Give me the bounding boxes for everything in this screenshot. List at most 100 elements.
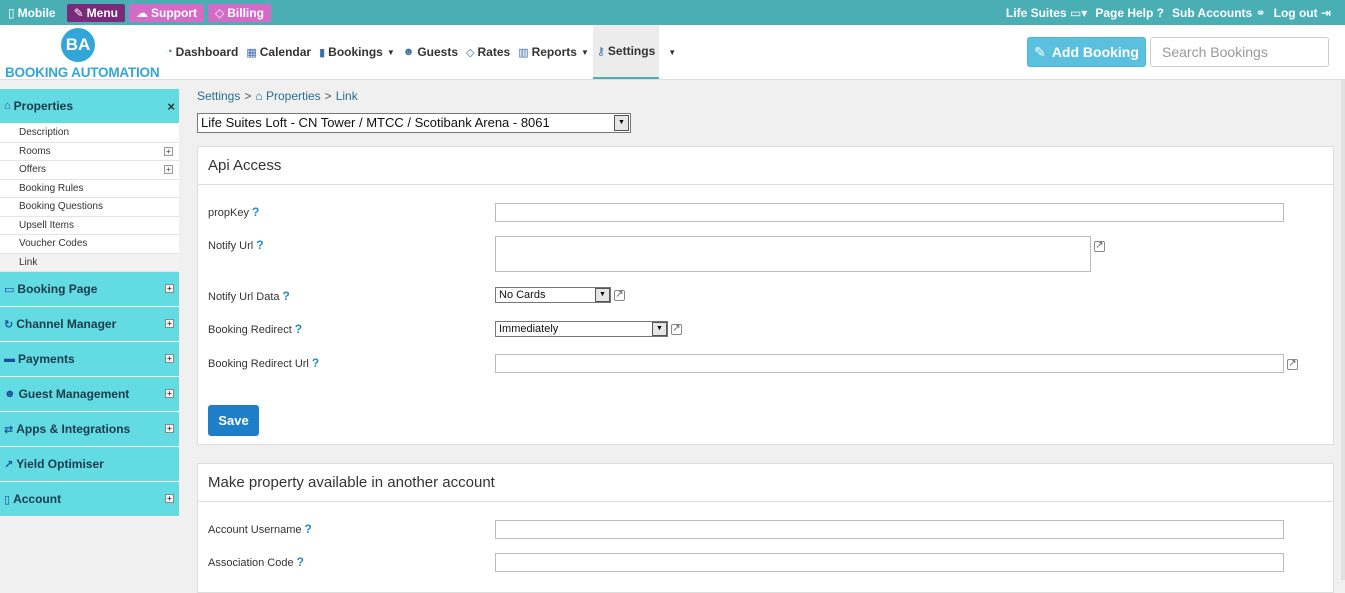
help-icon[interactable]: ? (256, 238, 263, 252)
booking-redirect-label: Booking Redirect? (208, 322, 303, 336)
nav-reports[interactable]: ▥ Reports ▼ (514, 25, 593, 79)
sidebar-section-payments[interactable]: ▬ Payments + (0, 342, 179, 377)
breadcrumb-properties[interactable]: ⌂ Properties (255, 89, 320, 103)
notify-url-field[interactable] (495, 236, 1091, 272)
dashboard-icon: ◔ (166, 46, 173, 58)
logo-text: BOOKING AUTOMATION (5, 65, 160, 80)
chevron-down-icon: ▼ (652, 322, 667, 336)
help-icon[interactable]: ? (283, 289, 290, 303)
help-icon[interactable]: ? (297, 555, 304, 569)
sidebar-item-rooms[interactable]: Rooms + (0, 142, 179, 161)
exchange-icon: ⇄ (4, 423, 14, 436)
external-link-icon[interactable]: ↗ (614, 290, 625, 301)
booking-redirect-select[interactable]: Immediately ▼ (495, 321, 668, 337)
breadcrumb-settings[interactable]: Settings (197, 89, 240, 103)
nav-rates[interactable]: ◇ Rates (462, 25, 514, 79)
expand-icon[interactable]: + (165, 354, 174, 363)
sidebar-item-booking-questions[interactable]: Booking Questions (0, 198, 179, 217)
page-help-link[interactable]: Page Help ? (1095, 4, 1164, 22)
sub-accounts-link[interactable]: Sub Accounts ⚭ (1172, 4, 1266, 22)
pencil-icon: ✎ (1034, 43, 1046, 60)
property-select[interactable]: Life Suites Loft - CN Tower / MTCC / Sco… (197, 113, 631, 133)
nav-bookings[interactable]: ▮ Bookings ▼ (315, 25, 399, 79)
main-nav: ◔ Dashboard ▦ Calendar ▮ Bookings ▼ ☻ Gu… (162, 25, 680, 79)
nav-calendar[interactable]: ▦ Calendar (242, 25, 315, 79)
sidebar-section-account[interactable]: ▯ Account + (0, 482, 179, 517)
nav-settings[interactable]: ⚷ Settings (592, 25, 660, 79)
breadcrumb-link[interactable]: Link (336, 89, 358, 103)
home-icon: ⌂ (255, 89, 263, 103)
chevron-down-icon: ▼ (386, 47, 395, 57)
share-property-panel: Make property available in another accou… (197, 463, 1334, 593)
logout-link[interactable]: Log out ⇥ (1274, 4, 1331, 22)
sidebar-item-voucher-codes[interactable]: Voucher Codes (0, 235, 179, 254)
scrollbar[interactable] (1341, 80, 1345, 580)
top-bar: ▯ Mobile ✎ Menu ☁ Support ◇ Billing Life… (0, 0, 1345, 25)
add-booking-button[interactable]: ✎ Add Booking (1027, 37, 1146, 67)
mobile-link[interactable]: ▯ Mobile (4, 4, 63, 22)
expand-icon[interactable]: + (164, 146, 173, 156)
chevron-down-icon: ▼ (580, 47, 589, 57)
close-icon[interactable]: × (167, 99, 175, 114)
external-link-icon[interactable]: ↗ (1287, 359, 1298, 370)
sidebar-item-booking-rules[interactable]: Booking Rules (0, 179, 179, 198)
external-link-icon[interactable]: ↗ (1094, 241, 1105, 252)
billing-button[interactable]: ◇ Billing (208, 4, 271, 22)
sidebar-section-properties[interactable]: ⌂ Properties × (0, 89, 179, 124)
propkey-field[interactable] (495, 203, 1284, 222)
expand-icon[interactable]: + (165, 389, 174, 398)
sidebar-section-guest-management[interactable]: ☻ Guest Management + (0, 377, 179, 412)
sidebar-item-offers[interactable]: Offers + (0, 161, 179, 180)
breadcrumb: Settings > ⌂ Properties > Link (197, 89, 358, 103)
panel-title: Api Access (198, 147, 1333, 185)
sidebar-item-link[interactable]: Link (0, 253, 179, 272)
help-icon[interactable]: ? (252, 205, 259, 219)
menu-button[interactable]: ✎ Menu (66, 4, 126, 22)
logo[interactable]: BA BOOKING AUTOMATION (4, 27, 160, 80)
tag-icon: ◇ (215, 6, 225, 20)
notify-url-data-select[interactable]: No Cards ▼ (495, 287, 611, 303)
nav-guests[interactable]: ☻ Guests (399, 25, 462, 79)
search-bookings-input[interactable] (1150, 37, 1329, 67)
expand-icon[interactable]: + (165, 494, 174, 503)
association-code-field[interactable] (495, 553, 1284, 572)
key-icon: ⚷ (596, 45, 605, 58)
help-icon[interactable]: ? (295, 322, 302, 336)
sidebar-section-apps-integrations[interactable]: ⇄ Apps & Integrations + (0, 412, 179, 447)
nav-dashboard[interactable]: ◔ Dashboard (162, 25, 242, 79)
external-link-icon[interactable]: ↗ (671, 324, 682, 335)
booking-redirect-url-field[interactable] (495, 354, 1284, 373)
credit-card-icon: ▬ (4, 353, 15, 365)
expand-icon[interactable]: + (164, 165, 173, 174)
logo-mark: BA (61, 28, 95, 62)
association-code-label: Association Code? (208, 555, 304, 569)
sidebar-section-booking-page[interactable]: ▭ Booking Page + (0, 272, 179, 307)
expand-icon[interactable]: + (165, 424, 174, 433)
expand-icon[interactable]: + (165, 284, 174, 293)
api-access-panel: Api Access propKey? Notify Url? ↗ Notify… (197, 146, 1334, 445)
line-chart-icon: ↗ (4, 458, 14, 471)
support-button[interactable]: ☁ Support (129, 4, 205, 22)
sidebar-item-description[interactable]: Description (0, 124, 179, 143)
expand-icon[interactable]: + (165, 319, 174, 328)
save-button[interactable]: Save (208, 405, 259, 436)
account-username-field[interactable] (495, 520, 1284, 539)
panel-title: Make property available in another accou… (198, 464, 1333, 502)
help-icon[interactable]: ? (305, 522, 312, 536)
chevron-down-icon: ▼ (595, 288, 610, 302)
user-icon: ☻ (4, 388, 16, 400)
help-icon[interactable]: ? (312, 356, 319, 370)
bookings-icon: ▮ (319, 46, 326, 59)
chevron-down-icon: ▼ (614, 115, 629, 131)
account-menu[interactable]: Life Suites ▭▾ (1006, 4, 1087, 22)
home-icon: ⌂ (4, 100, 11, 112)
propkey-label: propKey? (208, 205, 260, 219)
sidebar-section-yield-optimiser[interactable]: ↗ Yield Optimiser (0, 447, 179, 482)
notify-url-label: Notify Url? (208, 238, 264, 252)
sidebar-item-upsell-items[interactable]: Upsell Items (0, 216, 179, 235)
sidebar-section-channel-manager[interactable]: ↻ Channel Manager + (0, 307, 179, 342)
chat-icon: ☁ (136, 6, 149, 20)
notify-url-data-label: Notify Url Data? (208, 289, 290, 303)
bar-chart-icon: ▥ (518, 46, 529, 59)
nav-more[interactable]: ▼ (659, 25, 680, 79)
